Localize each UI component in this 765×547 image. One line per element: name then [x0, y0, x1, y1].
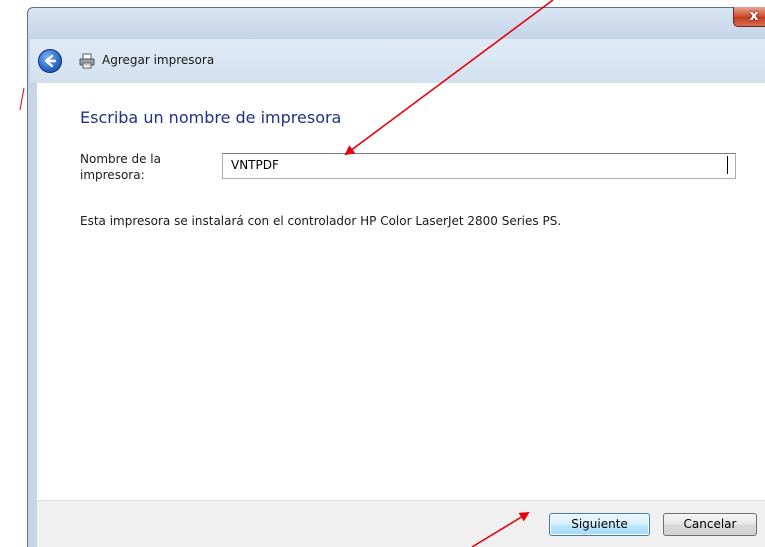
navigation-bar: Agregar impresora	[30, 39, 765, 83]
printer-icon	[79, 53, 95, 69]
close-button[interactable]: x	[733, 7, 765, 27]
wizard-content: Escriba un nombre de impresora Nombre de…	[37, 83, 765, 500]
next-button[interactable]: Siguiente	[549, 513, 650, 536]
annotation-stroke	[19, 87, 25, 111]
screenshot-stage: x Agregar impresora Escriba un nombre de…	[0, 0, 765, 547]
window-title: Agregar impresora	[102, 53, 215, 67]
back-button[interactable]	[38, 49, 62, 73]
printer-name-input[interactable]: VNTPDF	[222, 153, 736, 179]
page-heading: Escriba un nombre de impresora	[80, 108, 342, 127]
cancel-button[interactable]: Cancelar	[663, 513, 757, 536]
window-title-bar: x	[28, 7, 765, 40]
driver-info-text: Esta impresora se instalará con el contr…	[80, 214, 562, 228]
wizard-footer: Siguiente Cancelar	[37, 500, 765, 547]
printer-name-label: Nombre de la impresora:	[80, 152, 161, 182]
close-icon: x	[749, 8, 759, 24]
back-arrow-icon	[44, 54, 57, 68]
text-caret	[727, 156, 728, 174]
